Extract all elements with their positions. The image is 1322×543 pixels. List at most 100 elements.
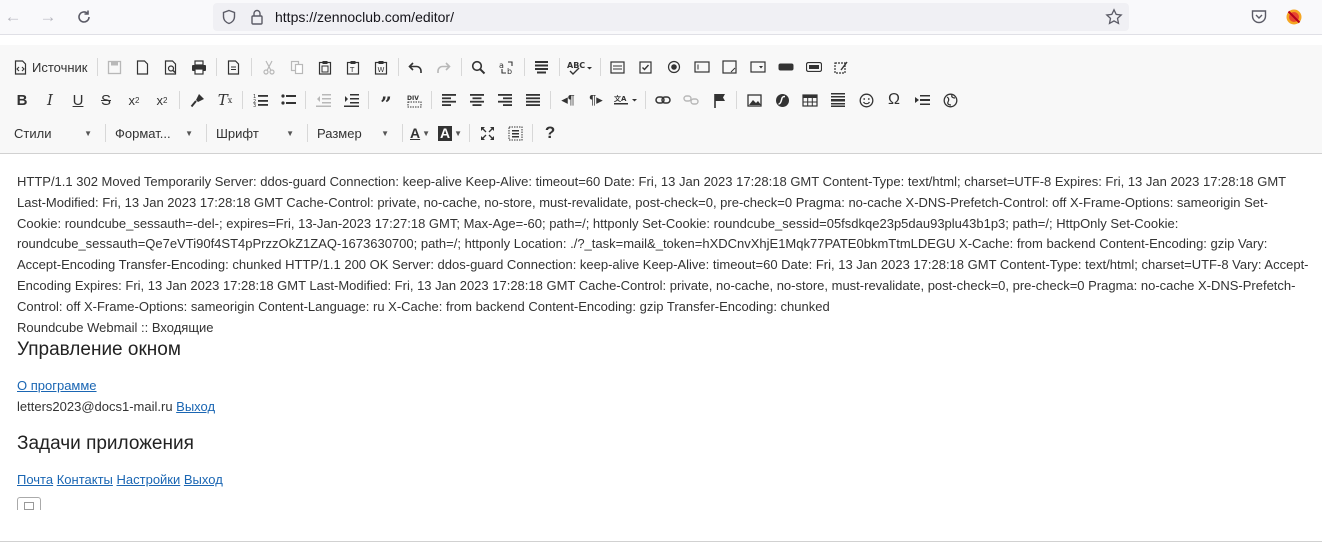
flash-icon[interactable] xyxy=(768,87,796,113)
address-bar[interactable]: https://zennoclub.com/editor/ xyxy=(213,3,1129,31)
text-color-button[interactable]: A ▼ xyxy=(406,120,434,146)
copy-format-icon[interactable] xyxy=(183,87,211,113)
horizontal-line-icon[interactable] xyxy=(824,87,852,113)
show-blocks-icon[interactable] xyxy=(501,120,529,146)
background-color-button[interactable]: A ▼ xyxy=(434,120,466,146)
superscript-icon[interactable]: x2 xyxy=(148,87,176,113)
smiley-icon[interactable] xyxy=(852,87,880,113)
outdent-icon[interactable] xyxy=(309,87,337,113)
language-icon[interactable]: 文A xyxy=(610,87,642,113)
svg-text:T: T xyxy=(349,66,355,74)
source-button[interactable]: Источник xyxy=(8,54,94,80)
templates-icon[interactable] xyxy=(220,54,248,80)
bold-icon[interactable]: B xyxy=(8,87,36,113)
task-link-settings[interactable]: Настройки xyxy=(117,472,181,487)
div-container-icon[interactable]: DIV xyxy=(400,87,428,113)
indent-icon[interactable] xyxy=(337,87,365,113)
italic-icon[interactable]: I xyxy=(36,87,64,113)
url-text[interactable]: https://zennoclub.com/editor/ xyxy=(275,9,454,25)
toolbar-separator xyxy=(523,58,525,76)
preview-icon[interactable] xyxy=(157,54,185,80)
remove-format-icon[interactable]: Tx xyxy=(211,87,239,113)
align-right-icon[interactable] xyxy=(491,87,519,113)
align-left-icon[interactable] xyxy=(435,87,463,113)
spellcheck-icon[interactable]: ABC xyxy=(563,54,597,80)
paste-text-icon[interactable]: T xyxy=(339,54,367,80)
form-icon[interactable] xyxy=(604,54,632,80)
text-field-icon[interactable] xyxy=(688,54,716,80)
reload-icon[interactable] xyxy=(73,6,95,28)
bulleted-list-icon[interactable] xyxy=(274,87,302,113)
link-icon[interactable] xyxy=(649,87,677,113)
back-arrow-icon[interactable]: ← xyxy=(2,6,24,28)
iframe-globe-icon[interactable] xyxy=(936,87,964,113)
toolbar-separator xyxy=(645,91,646,109)
special-char-icon[interactable]: Ω xyxy=(880,87,908,113)
text-direction-ltr-icon[interactable]: ◂¶ xyxy=(554,87,582,113)
underline-icon[interactable]: U xyxy=(64,87,92,113)
copy-icon[interactable] xyxy=(283,54,311,80)
lock-icon[interactable] xyxy=(249,8,265,26)
toolbar-separator xyxy=(206,124,207,142)
toolbar-separator xyxy=(599,58,601,76)
window-controls-block: О программе letters2023@docs1-mail.ru Вы… xyxy=(17,376,1312,418)
extension-icon[interactable] xyxy=(1285,8,1303,26)
textarea-icon[interactable] xyxy=(716,54,744,80)
hidden-field-icon[interactable] xyxy=(828,54,856,80)
help-icon[interactable]: ? xyxy=(536,120,564,146)
forward-arrow-icon[interactable]: → xyxy=(37,6,59,28)
radio-icon[interactable] xyxy=(660,54,688,80)
find-icon[interactable] xyxy=(465,54,493,80)
pocket-icon[interactable] xyxy=(1250,8,1268,26)
size-dropdown[interactable]: Размер ▼ xyxy=(311,121,395,145)
new-page-icon[interactable] xyxy=(129,54,157,80)
maximize-icon[interactable] xyxy=(473,120,501,146)
undo-icon[interactable] xyxy=(402,54,430,80)
task-link-logout[interactable]: Выход xyxy=(184,472,223,487)
print-icon[interactable] xyxy=(185,54,213,80)
replace-icon[interactable]: ab xyxy=(493,54,521,80)
strikethrough-icon[interactable]: S xyxy=(92,87,120,113)
toolbar-separator xyxy=(105,124,106,142)
task-link-contacts[interactable]: Контакты xyxy=(57,472,113,487)
logout-link[interactable]: Выход xyxy=(176,399,215,414)
toolbar-separator xyxy=(368,91,369,109)
bookmark-star-icon[interactable] xyxy=(1105,8,1123,26)
image-icon[interactable] xyxy=(740,87,768,113)
tracking-shield-icon[interactable] xyxy=(221,9,237,25)
editor-content[interactable]: HTTP/1.1 302 Moved Temporarily Server: d… xyxy=(17,172,1312,510)
toolbar-separator xyxy=(242,91,243,109)
toolbar-separator xyxy=(305,91,306,109)
save-icon[interactable] xyxy=(101,54,129,80)
select-field-icon[interactable] xyxy=(744,54,772,80)
toolbar-separator xyxy=(460,58,462,76)
about-link[interactable]: О программе xyxy=(17,378,97,393)
task-link-mail[interactable]: Почта xyxy=(17,472,53,487)
checkbox-icon[interactable] xyxy=(632,54,660,80)
svg-text:b: b xyxy=(507,67,512,75)
chevron-down-icon: ▼ xyxy=(454,128,463,138)
align-center-icon[interactable] xyxy=(463,87,491,113)
format-dropdown[interactable]: Формат... ▼ xyxy=(109,121,199,145)
unlink-icon[interactable] xyxy=(677,87,705,113)
numbered-list-icon[interactable]: 123 xyxy=(246,87,274,113)
subscript-icon[interactable]: x2 xyxy=(120,87,148,113)
redo-icon[interactable] xyxy=(430,54,458,80)
svg-text:W: W xyxy=(377,66,384,74)
text-direction-rtl-icon[interactable]: ¶▸ xyxy=(582,87,610,113)
blockquote-icon[interactable]: ” xyxy=(372,87,400,116)
justify-icon[interactable] xyxy=(519,87,547,113)
source-label: Источник xyxy=(32,59,88,75)
text-color-icon: A xyxy=(410,125,421,141)
button-field-icon[interactable] xyxy=(772,54,800,80)
paste-icon[interactable] xyxy=(311,54,339,80)
anchor-flag-icon[interactable] xyxy=(705,87,733,113)
image-button-icon[interactable] xyxy=(800,54,828,80)
table-icon[interactable] xyxy=(796,87,824,113)
select-all-icon[interactable] xyxy=(528,54,556,80)
font-dropdown[interactable]: Шрифт ▼ xyxy=(210,121,300,145)
styles-dropdown[interactable]: Стили ▼ xyxy=(8,121,98,145)
page-break-icon[interactable] xyxy=(908,87,936,113)
paste-word-icon[interactable]: W xyxy=(367,54,395,80)
cut-icon[interactable] xyxy=(255,54,283,80)
